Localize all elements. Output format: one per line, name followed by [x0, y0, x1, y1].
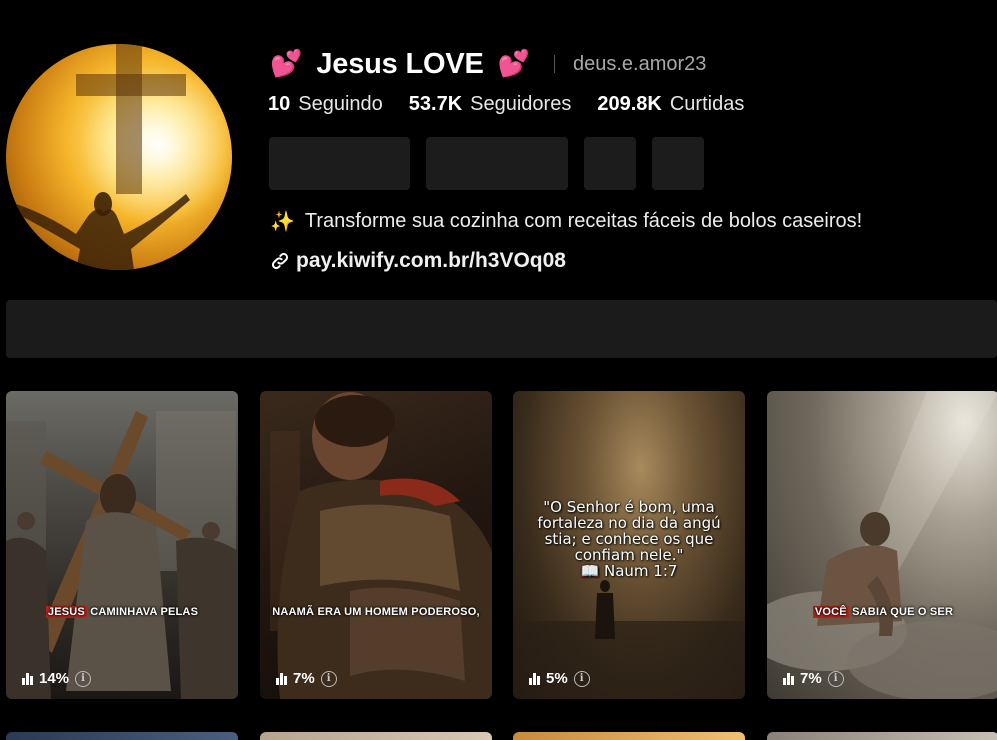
stat-label: Curtidas — [669, 93, 745, 115]
link-icon — [271, 252, 289, 270]
video-quote: "O Senhor é bom, uma fortaleza no dia da… — [537, 498, 721, 580]
stat-value: 10 — [268, 93, 291, 115]
profile-link[interactable]: pay.kiwify.com.br/h3VOq08 — [270, 249, 566, 273]
stat-value: 209.8K — [597, 93, 662, 115]
video-thumbnail — [767, 391, 997, 699]
video-card[interactable] — [767, 732, 997, 740]
views-value: 7% — [293, 670, 315, 687]
views-value: 7% — [800, 670, 822, 687]
bar-chart-icon — [22, 672, 34, 685]
profile-avatar[interactable] — [6, 44, 232, 270]
info-icon[interactable]: i — [320, 670, 337, 687]
profile-bio: ✨ Transforme sua cozinha com receitas fá… — [270, 209, 862, 233]
video-card[interactable]: NAAMÃ ERA UM HOMEM PODEROSO, 7% i — [260, 391, 492, 699]
bar-chart-icon — [529, 672, 541, 685]
username: deus.e.amor23 — [573, 52, 707, 75]
display-name: Jesus LOVE — [316, 47, 484, 80]
video-caption: NAAMÃ ERA UM HOMEM PODEROSO, — [272, 606, 480, 618]
stat-value: 53.7K — [408, 93, 463, 115]
video-card[interactable]: "O Senhor é bom, uma fortaleza no dia da… — [513, 391, 745, 699]
follow-button[interactable] — [269, 137, 410, 190]
profile-name-row: 💕 Jesus LOVE 💕 deus.e.amor23 — [270, 44, 706, 84]
video-thumbnail — [270, 392, 492, 699]
info-icon[interactable]: i — [75, 670, 92, 687]
video-card[interactable] — [6, 732, 238, 740]
stat-followers[interactable]: 53.7K Seguidores — [409, 93, 572, 116]
stat-label: Seguidores — [470, 93, 572, 115]
video-views: 7% i — [783, 670, 844, 687]
video-views: 14% i — [22, 670, 92, 687]
video-card[interactable]: VOCÊ SABIA QUE O SER 7% i — [767, 391, 997, 699]
stat-following[interactable]: 10 Seguindo — [268, 93, 383, 116]
name-divider — [554, 55, 555, 73]
link-text: pay.kiwify.com.br/h3VOq08 — [296, 249, 566, 272]
profile-stats: 10 Seguindo 53.7K Seguidores 209.8K Curt… — [268, 93, 770, 116]
stat-likes: 209.8K Curtidas — [597, 93, 744, 116]
video-thumbnail — [6, 411, 238, 699]
message-button[interactable] — [426, 137, 568, 190]
video-views: 7% i — [276, 670, 337, 687]
video-card[interactable] — [260, 732, 492, 740]
avatar-image — [6, 44, 232, 270]
tabs-bar[interactable] — [6, 300, 997, 358]
heart-icon: 💕 — [270, 49, 303, 79]
bar-chart-icon — [783, 672, 795, 685]
stat-label: Seguindo — [298, 93, 383, 115]
info-icon[interactable]: i — [827, 670, 844, 687]
views-value: 5% — [546, 670, 568, 687]
info-icon[interactable]: i — [573, 670, 590, 687]
suggest-button[interactable] — [584, 137, 636, 190]
video-views: 5% i — [529, 670, 590, 687]
bio-text: Transforme sua cozinha com receitas fáce… — [304, 209, 863, 232]
heart-icon: 💕 — [497, 49, 530, 79]
bar-chart-icon — [276, 672, 288, 685]
video-caption: JESUS CAMINHAVA PELAS — [45, 606, 199, 618]
more-button[interactable] — [652, 137, 704, 190]
sparkles-icon: ✨ — [270, 209, 295, 233]
video-card[interactable] — [513, 732, 745, 740]
video-caption: VOCÊ SABIA QUE O SER — [812, 606, 954, 618]
views-value: 14% — [39, 670, 70, 687]
video-card[interactable]: JESUS CAMINHAVA PELAS 14% i — [6, 391, 238, 699]
